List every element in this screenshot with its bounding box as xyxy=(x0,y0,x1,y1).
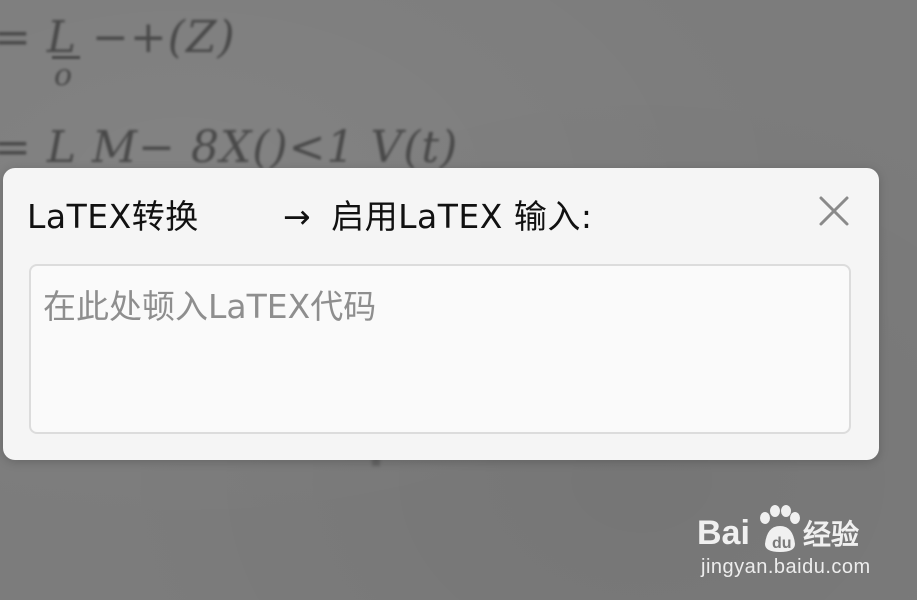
latex-dialog: LaTEX转换 → 启用LaTEX 输入: xyxy=(3,168,879,460)
background-formula-line-1: = L −+(Z) xyxy=(0,12,236,63)
close-button[interactable] xyxy=(817,194,851,228)
background-formula-line-2: = L M− 8X()<1 V(t) xyxy=(0,122,459,173)
svg-text:Bai: Bai xyxy=(697,514,750,552)
dialog-subtitle-label: 启用LaTEX 输入: xyxy=(331,197,593,236)
baidu-jingyan-watermark: Bai du 经验 jingyan.baidu.com xyxy=(697,500,870,590)
close-icon xyxy=(819,196,849,226)
latex-code-input[interactable] xyxy=(29,264,851,434)
watermark-url: jingyan.baidu.com xyxy=(701,556,871,578)
background-fraction-denominator: o xyxy=(54,58,73,93)
arrow-right-icon: → xyxy=(283,197,312,236)
dialog-header: LaTEX转换 → 启用LaTEX 输入: xyxy=(3,168,879,258)
svg-text:经验: 经验 xyxy=(803,518,859,551)
dialog-subtitle: → 启用LaTEX 输入: xyxy=(283,190,593,238)
baidu-logo: Bai du 经验 xyxy=(697,505,859,552)
svg-text:du: du xyxy=(772,535,792,552)
dialog-title: LaTEX转换 xyxy=(27,197,199,236)
